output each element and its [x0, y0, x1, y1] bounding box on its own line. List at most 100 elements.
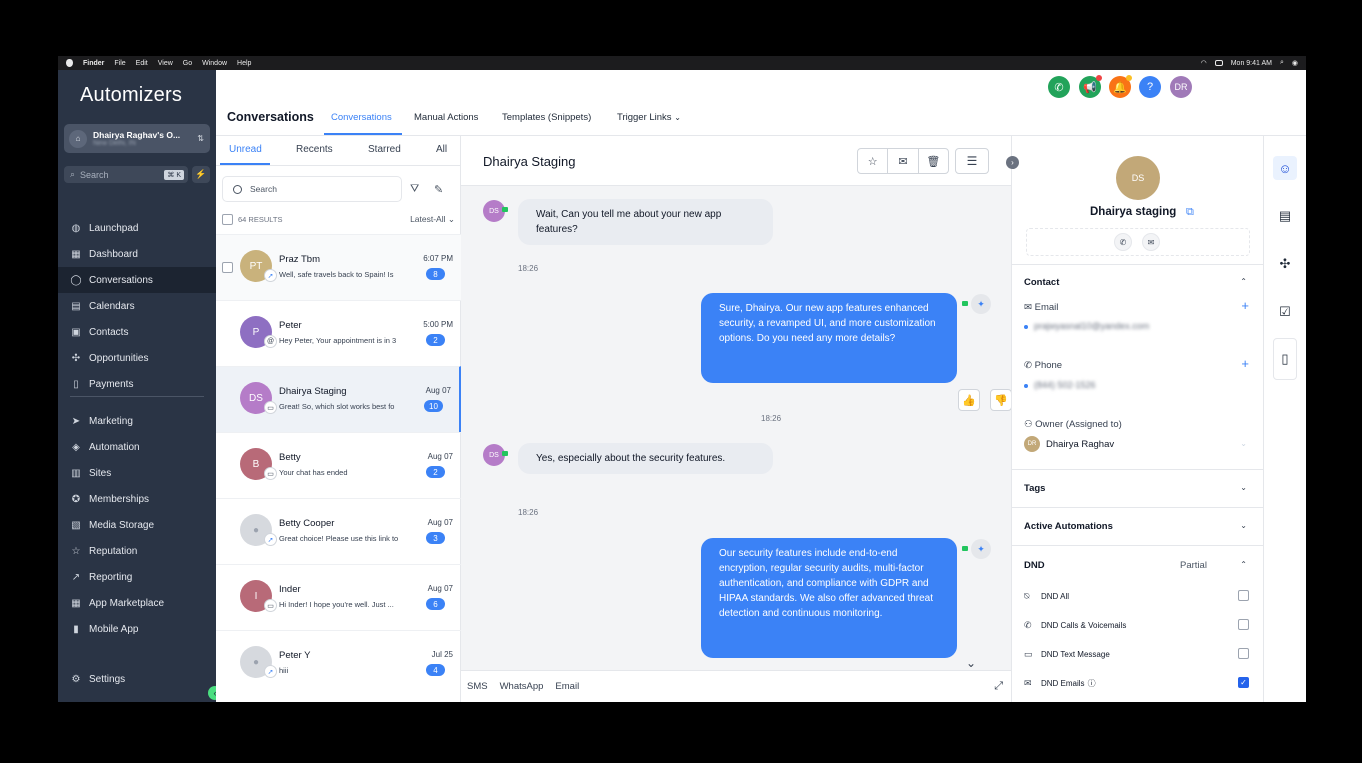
menu-edit[interactable]: Edit: [136, 60, 148, 67]
composer-tab-sms[interactable]: SMS: [467, 681, 488, 692]
thumbs-up-icon[interactable]: 👍: [958, 389, 980, 411]
sidebar-item-payments[interactable]: ▯ Payments: [58, 371, 216, 397]
spotlight-icon[interactable]: ⌕: [1280, 59, 1284, 67]
chevron-up-icon[interactable]: ⌃: [1240, 560, 1247, 569]
help-button[interactable]: ?: [1139, 76, 1161, 98]
conversation-item[interactable]: P @ Peter Hey Peter, Your appointment is…: [216, 300, 461, 366]
conversation-item[interactable]: DS ▭ Dhairya Staging Great! So, which sl…: [216, 366, 461, 432]
expand-icon[interactable]: ⤢: [994, 680, 1003, 693]
notes-document-icon[interactable]: ▯: [1273, 338, 1297, 380]
brand-logo[interactable]: Automizers: [80, 84, 182, 107]
tags-section-heading[interactable]: Tags: [1024, 483, 1045, 494]
sidebar-item-sites[interactable]: ▥ Sites: [58, 460, 216, 486]
menubar-clock[interactable]: Mon 9:41 AM: [1231, 60, 1272, 67]
sidebar-item-dashboard[interactable]: ▦ Dashboard: [58, 241, 216, 267]
active-automations-heading[interactable]: Active Automations: [1024, 521, 1113, 532]
menu-window[interactable]: Window: [202, 60, 227, 67]
tab-trigger-links[interactable]: Trigger Links ⌄: [617, 112, 681, 123]
tab-conversations[interactable]: Conversations: [331, 112, 392, 123]
thumbs-down-icon[interactable]: 👎: [990, 389, 1012, 411]
calendar-icon[interactable]: ▤: [1273, 204, 1297, 228]
wifi-icon[interactable]: ◠: [1201, 59, 1207, 67]
sidebar-item-mobile-app[interactable]: ▮ Mobile App: [58, 616, 216, 642]
menu-go[interactable]: Go: [183, 60, 192, 67]
user-avatar[interactable]: DR: [1170, 76, 1192, 98]
contact-section-heading[interactable]: Contact: [1024, 277, 1059, 288]
chevron-up-icon[interactable]: ⌃: [1240, 277, 1247, 286]
scroll-down-chevron-icon[interactable]: ⌄: [966, 656, 976, 670]
sidebar-item-conversations[interactable]: ◯ Conversations: [58, 267, 216, 293]
filter-icon[interactable]: ⛛: [410, 183, 419, 196]
info-icon[interactable]: ⓘ: [1088, 678, 1096, 689]
conversation-item[interactable]: ● ➚ Betty Cooper Great choice! Please us…: [216, 498, 461, 564]
announcement-button[interactable]: 📢: [1079, 75, 1102, 98]
star-icon[interactable]: ☆: [858, 149, 889, 173]
quick-action-bolt-icon[interactable]: ⚡: [192, 166, 210, 183]
conversation-item[interactable]: ● ➚ Peter Y hiii Jul 25 4: [216, 630, 461, 696]
tab-all[interactable]: All: [436, 144, 447, 155]
sidebar-item-settings[interactable]: ⚙ Settings: [58, 666, 216, 692]
notifications-button[interactable]: 🔔: [1109, 75, 1132, 98]
task-checkbox-icon[interactable]: ☑: [1273, 300, 1297, 324]
opportunities-icon[interactable]: ✣: [1273, 252, 1297, 276]
dnd-text-checkbox[interactable]: [1238, 648, 1249, 659]
chevron-right-icon[interactable]: ›: [1006, 156, 1019, 169]
menu-finder[interactable]: Finder: [83, 60, 104, 67]
conversation-item[interactable]: PT ➚ Praz Tbm Well, safe travels back to…: [216, 234, 461, 300]
dnd-all-checkbox[interactable]: [1238, 590, 1249, 601]
trash-icon[interactable]: 🗑: [919, 149, 948, 173]
email-icon[interactable]: ✉: [1142, 233, 1160, 251]
sidebar-item-marketing[interactable]: ➤ Marketing: [58, 408, 216, 434]
tab-templates[interactable]: Templates (Snippets): [502, 112, 591, 123]
tab-manual-actions[interactable]: Manual Actions: [414, 112, 478, 123]
menu-file[interactable]: File: [114, 60, 125, 67]
apple-icon[interactable]: [66, 59, 73, 67]
control-center-icon[interactable]: ◉: [1292, 59, 1298, 67]
add-email-button[interactable]: +: [1241, 298, 1249, 313]
sidebar-item-reporting[interactable]: ↗ Reporting: [58, 564, 216, 590]
sidebar-item-app-marketplace[interactable]: ▦ App Marketplace: [58, 590, 216, 616]
dnd-calls-checkbox[interactable]: [1238, 619, 1249, 630]
email-value[interactable]: prajwyasnal10@yandex.com: [1034, 321, 1149, 331]
external-link-icon[interactable]: ⧉: [1186, 206, 1194, 219]
chevron-down-icon[interactable]: ⌄: [1240, 439, 1247, 448]
select-all-checkbox[interactable]: [222, 213, 233, 225]
chevron-down-icon[interactable]: ⌄: [1240, 521, 1247, 530]
tab-recents[interactable]: Recents: [296, 144, 333, 155]
filter-lines-icon[interactable]: ☰: [955, 148, 989, 174]
battery-icon[interactable]: [1214, 60, 1223, 66]
conversation-item[interactable]: B ▭ Betty Your chat has ended Aug 07 2: [216, 432, 461, 498]
contact-profile-icon[interactable]: ☺: [1273, 156, 1297, 180]
phone-button[interactable]: ✆: [1048, 76, 1070, 98]
tab-starred[interactable]: Starred: [368, 144, 401, 155]
menu-view[interactable]: View: [158, 60, 173, 67]
sidebar-item-reputation[interactable]: ☆ Reputation: [58, 538, 216, 564]
conversation-search-input[interactable]: Search: [222, 176, 402, 202]
row-checkbox[interactable]: [222, 262, 233, 273]
sort-dropdown[interactable]: Latest-All ⌄: [410, 214, 455, 225]
sidebar-item-automation[interactable]: ◈ Automation: [58, 434, 216, 460]
compose-icon[interactable]: ✎: [434, 183, 443, 196]
dnd-section-heading[interactable]: DND: [1024, 560, 1045, 571]
conversation-item[interactable]: I ▭ Inder Hi Inder! I hope you're well. …: [216, 564, 461, 630]
menu-help[interactable]: Help: [237, 60, 251, 67]
sidebar-item-memberships[interactable]: ✪ Memberships: [58, 486, 216, 512]
tab-unread[interactable]: Unread: [229, 144, 262, 155]
sidebar-item-media-storage[interactable]: ▧ Media Storage: [58, 512, 216, 538]
phone-value[interactable]: (844) 502-1526: [1034, 380, 1096, 390]
sidebar-item-contacts[interactable]: ▣ Contacts: [58, 319, 216, 345]
account-switcher[interactable]: ⌂ Dhairya Raghav's O... New Delhi, IN ⇅: [64, 124, 210, 153]
chevron-down-icon[interactable]: ⌄: [1240, 483, 1247, 492]
sidebar-search[interactable]: ⌕ Search ⌘ K: [64, 166, 188, 183]
sidebar-item-opportunities[interactable]: ✣ Opportunities: [58, 345, 216, 371]
add-phone-button[interactable]: +: [1241, 356, 1249, 371]
ai-sparkle-icon[interactable]: ✦: [971, 539, 991, 559]
call-icon[interactable]: ✆: [1114, 233, 1132, 251]
dnd-emails-checkbox[interactable]: ✓: [1238, 677, 1249, 688]
mark-read-envelope-icon[interactable]: ✉: [888, 149, 919, 173]
sidebar-item-calendars[interactable]: ▤ Calendars: [58, 293, 216, 319]
owner-select[interactable]: Dhairya Raghav: [1046, 439, 1114, 450]
sidebar-item-launchpad[interactable]: ◍ Launchpad: [58, 215, 216, 241]
composer-tab-email[interactable]: Email: [555, 681, 579, 692]
composer-tab-whatsapp[interactable]: WhatsApp: [500, 681, 544, 692]
